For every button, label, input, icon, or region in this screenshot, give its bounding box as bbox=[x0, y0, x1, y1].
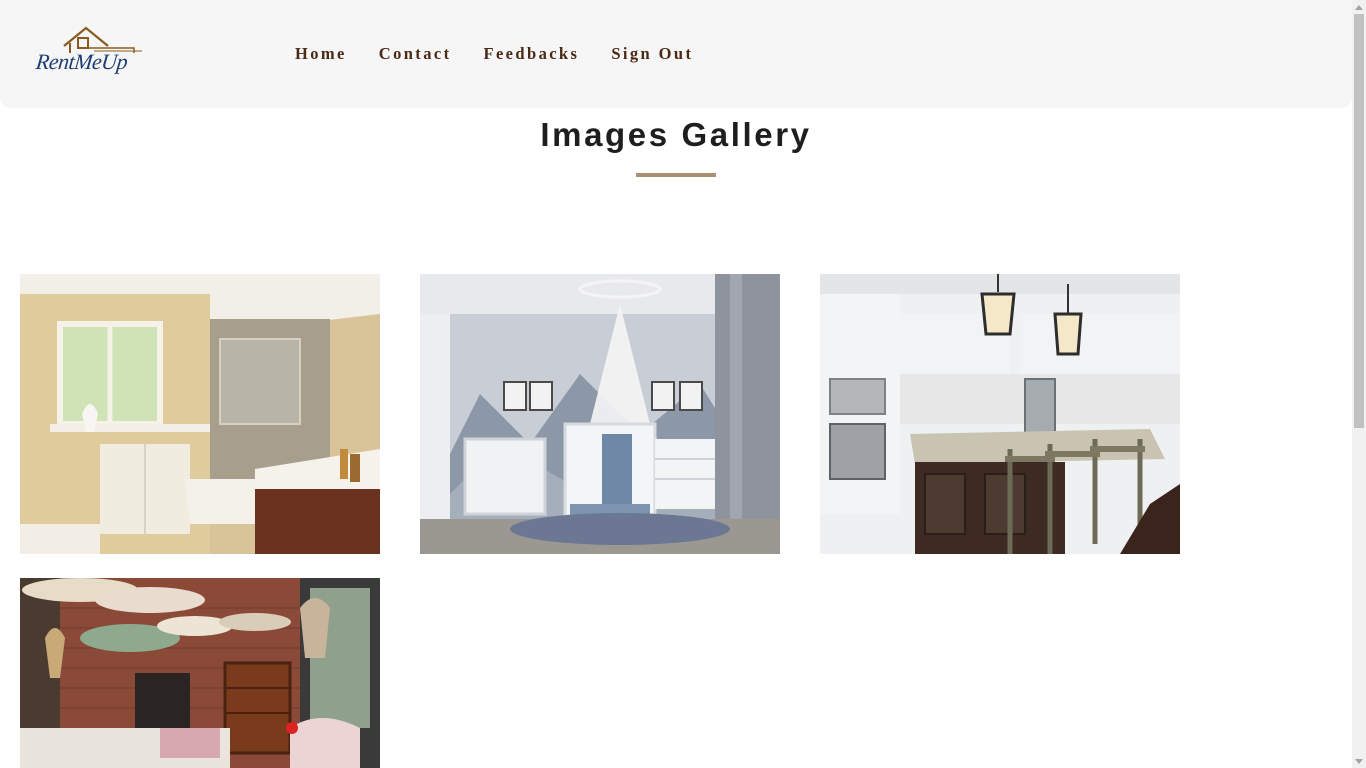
nav-home[interactable]: Home bbox=[295, 44, 347, 64]
kitchen-image bbox=[820, 274, 1180, 554]
title-underline bbox=[636, 173, 716, 177]
bathroom-image bbox=[20, 274, 380, 554]
scroll-down-arrow-icon[interactable] bbox=[1352, 754, 1366, 768]
gallery-image-living-room[interactable] bbox=[20, 578, 380, 768]
nav-feedbacks[interactable]: Feedbacks bbox=[483, 44, 579, 64]
brand-name: RentMeUp bbox=[34, 49, 129, 74]
nursery-image bbox=[420, 274, 780, 554]
scroll-up-arrow-icon[interactable] bbox=[1352, 0, 1366, 14]
gallery-image-nursery[interactable] bbox=[420, 274, 780, 554]
main-nav: Home Contact Feedbacks Sign Out bbox=[295, 44, 725, 64]
gallery-image-kitchen[interactable] bbox=[820, 274, 1180, 554]
nav-contact[interactable]: Contact bbox=[379, 44, 452, 64]
scrollbar-thumb[interactable] bbox=[1354, 14, 1364, 428]
living-room-image bbox=[20, 578, 380, 768]
site-header: RentMeUp Home Contact Feedbacks Sign Out bbox=[0, 0, 1352, 108]
vertical-scrollbar[interactable] bbox=[1352, 0, 1366, 768]
brand-logo[interactable]: RentMeUp bbox=[34, 26, 148, 80]
gallery-image-bathroom[interactable] bbox=[20, 274, 380, 554]
nav-sign-out[interactable]: Sign Out bbox=[611, 44, 693, 64]
page: RentMeUp Home Contact Feedbacks Sign Out… bbox=[0, 0, 1366, 768]
page-title: Images Gallery bbox=[540, 116, 812, 153]
